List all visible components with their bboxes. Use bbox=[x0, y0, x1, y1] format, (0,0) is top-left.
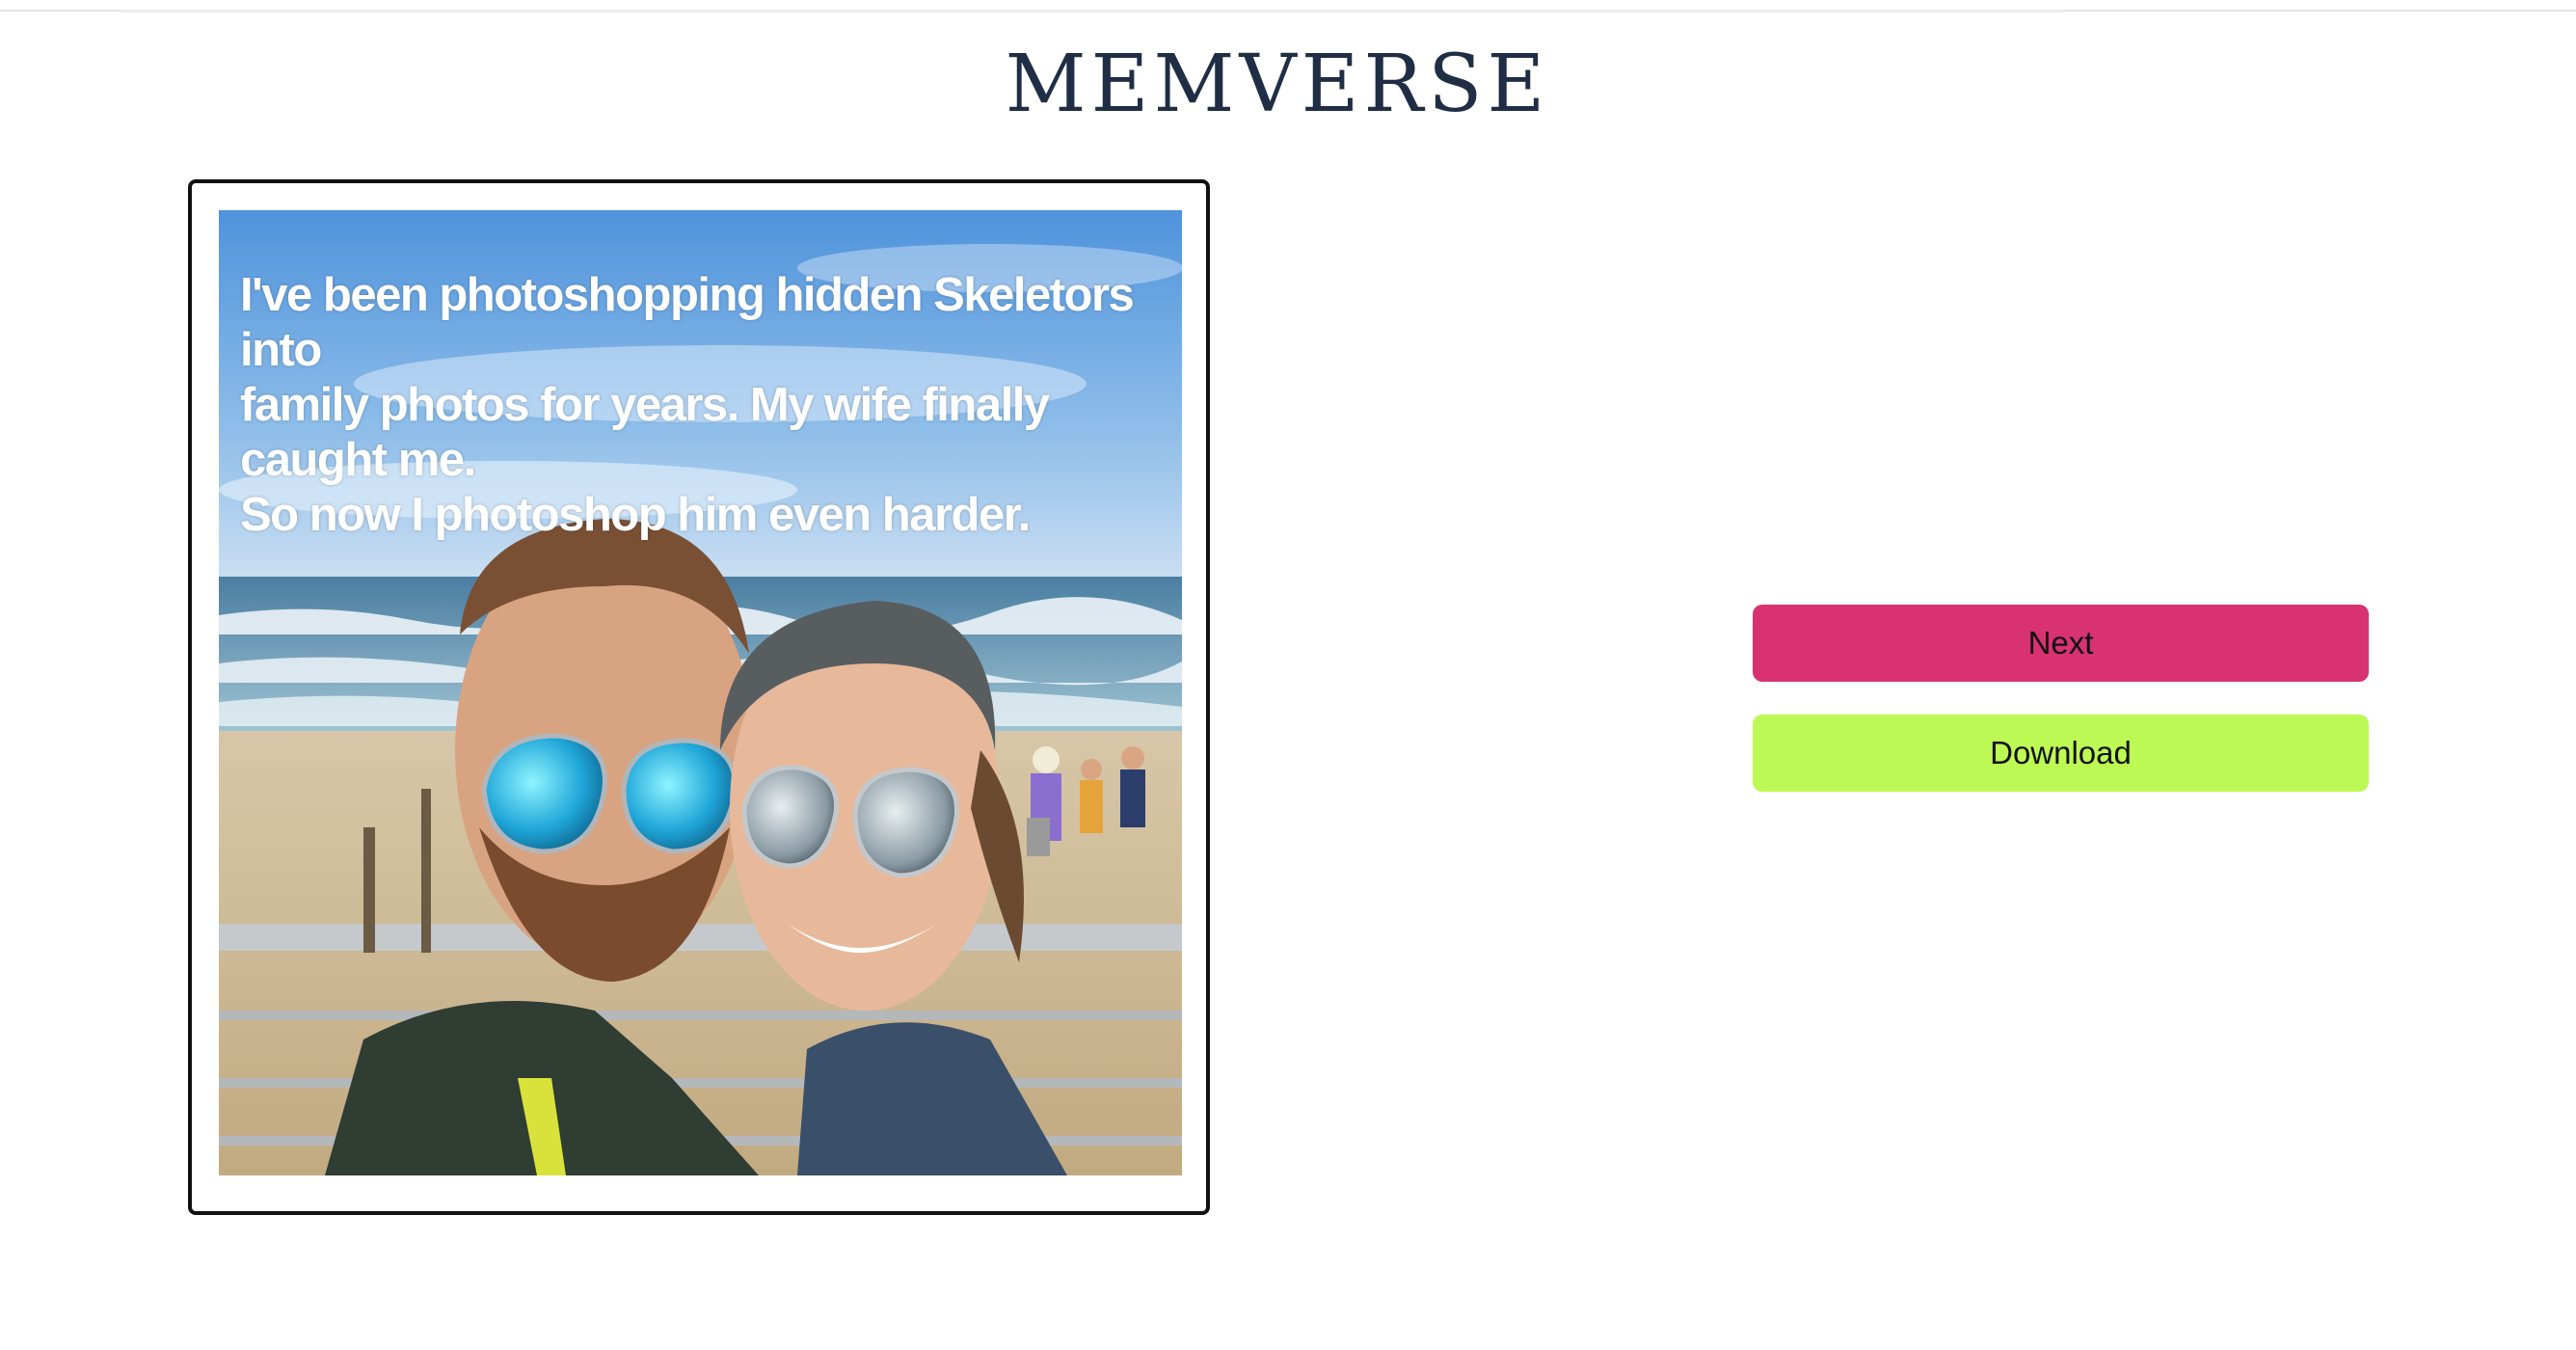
next-button[interactable]: Next bbox=[1753, 605, 2369, 682]
meme-caption-line: family photos for years. My wife finally… bbox=[240, 379, 1050, 486]
meme-caption-line: So now I photoshop him even harder. bbox=[240, 489, 1031, 541]
meme-image: I've been photoshopping hidden Skeletors… bbox=[219, 210, 1182, 1175]
railing-top bbox=[219, 924, 1182, 951]
app-title: MEMVERSE bbox=[1005, 39, 1550, 130]
download-button[interactable]: Download bbox=[1753, 715, 2369, 792]
meme-card: I've been photoshopping hidden Skeletors… bbox=[188, 179, 1210, 1215]
top-divider-inner bbox=[121, 10, 2063, 13]
page: MEMVERSE I've been photoshopping hidden … bbox=[0, 0, 2576, 1350]
meme-caption-line: I've been photoshopping hidden Skeletors… bbox=[240, 269, 1135, 376]
meme-caption: I've been photoshopping hidden Skeletors… bbox=[240, 268, 1166, 543]
top-divider bbox=[0, 10, 2576, 13]
